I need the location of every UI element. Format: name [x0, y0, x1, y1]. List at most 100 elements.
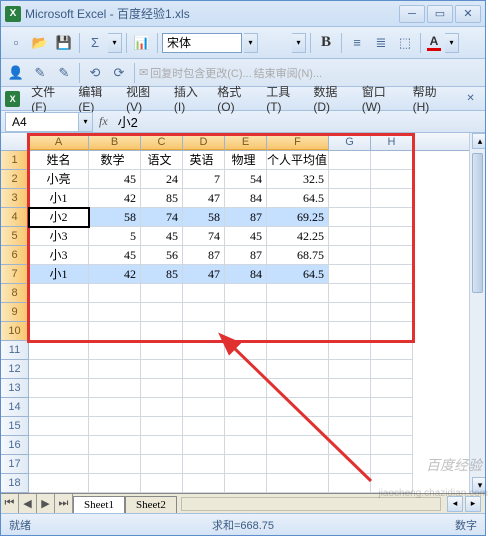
cell-H13[interactable] — [371, 379, 413, 398]
cell-G16[interactable] — [329, 436, 371, 455]
cell-H14[interactable] — [371, 398, 413, 417]
bold-button[interactable]: B — [315, 32, 337, 54]
align-center-icon[interactable]: ≣ — [370, 32, 392, 54]
cell-G9[interactable] — [329, 303, 371, 322]
sum-dropdown[interactable]: ▾ — [108, 33, 122, 53]
new-doc-icon[interactable]: ▫ — [5, 32, 27, 54]
col-header-A[interactable]: A — [29, 133, 89, 150]
cell-A13[interactable] — [29, 379, 89, 398]
cell-H5[interactable] — [371, 227, 413, 246]
cell-C2[interactable]: 24 — [141, 170, 183, 189]
tab-nav-last[interactable]: ⏭ — [55, 494, 73, 513]
align-left-icon[interactable]: ≡ — [346, 32, 368, 54]
formula-input[interactable]: 小2 — [114, 112, 485, 131]
cell-E6[interactable]: 87 — [225, 246, 267, 265]
cell-B5[interactable]: 5 — [89, 227, 141, 246]
cell-E12[interactable] — [225, 360, 267, 379]
cell-E8[interactable] — [225, 284, 267, 303]
cell-C17[interactable] — [141, 455, 183, 474]
save-icon[interactable]: 💾 — [53, 32, 75, 54]
cell-F11[interactable] — [267, 341, 329, 360]
cell-G10[interactable] — [329, 322, 371, 341]
cell-H18[interactable] — [371, 474, 413, 493]
cell-H11[interactable] — [371, 341, 413, 360]
cell-H1[interactable] — [371, 151, 413, 170]
cell-C10[interactable] — [141, 322, 183, 341]
cell-D11[interactable] — [183, 341, 225, 360]
cell-A7[interactable]: 小1 — [29, 265, 89, 284]
chart-icon[interactable]: 📊 — [131, 32, 153, 54]
cell-D16[interactable] — [183, 436, 225, 455]
cell-D17[interactable] — [183, 455, 225, 474]
scroll-down-icon[interactable]: ▾ — [472, 477, 485, 493]
row-header-14[interactable]: 14 — [1, 398, 29, 417]
cell-B17[interactable] — [89, 455, 141, 474]
cell-F2[interactable]: 32.5 — [267, 170, 329, 189]
cell-B6[interactable]: 45 — [89, 246, 141, 265]
cell-G13[interactable] — [329, 379, 371, 398]
cell-C16[interactable] — [141, 436, 183, 455]
cell-H2[interactable] — [371, 170, 413, 189]
cell-G1[interactable] — [329, 151, 371, 170]
cell-E15[interactable] — [225, 417, 267, 436]
cell-D7[interactable]: 47 — [183, 265, 225, 284]
fx-icon[interactable]: fx — [93, 114, 114, 129]
cell-A12[interactable] — [29, 360, 89, 379]
cell-A10[interactable] — [29, 322, 89, 341]
cell-E11[interactable] — [225, 341, 267, 360]
cell-B7[interactable]: 42 — [89, 265, 141, 284]
cell-H15[interactable] — [371, 417, 413, 436]
cell-G2[interactable] — [329, 170, 371, 189]
cell-C3[interactable]: 85 — [141, 189, 183, 208]
col-header-H[interactable]: H — [371, 133, 413, 150]
cell-C18[interactable] — [141, 474, 183, 493]
cell-B11[interactable] — [89, 341, 141, 360]
cell-D5[interactable]: 74 — [183, 227, 225, 246]
vertical-scrollbar[interactable]: ▴ ▾ — [469, 133, 485, 493]
cell-D8[interactable] — [183, 284, 225, 303]
menu-d[interactable]: 数据(D) — [308, 81, 356, 116]
name-box-dropdown[interactable]: ▾ — [79, 112, 93, 132]
end-review-button[interactable]: 结束审阅(N)... — [254, 65, 322, 81]
cell-B8[interactable] — [89, 284, 141, 303]
row-header-13[interactable]: 13 — [1, 379, 29, 398]
select-all-corner[interactable] — [1, 133, 29, 150]
row-header-15[interactable]: 15 — [1, 417, 29, 436]
cell-B15[interactable] — [89, 417, 141, 436]
cell-F9[interactable] — [267, 303, 329, 322]
cell-D10[interactable] — [183, 322, 225, 341]
cell-D12[interactable] — [183, 360, 225, 379]
cell-G15[interactable] — [329, 417, 371, 436]
cell-F12[interactable] — [267, 360, 329, 379]
cell-E10[interactable] — [225, 322, 267, 341]
cell-C15[interactable] — [141, 417, 183, 436]
cell-E13[interactable] — [225, 379, 267, 398]
cell-F6[interactable]: 68.75 — [267, 246, 329, 265]
row-header-11[interactable]: 11 — [1, 341, 29, 360]
cell-A15[interactable] — [29, 417, 89, 436]
cell-E4[interactable]: 87 — [225, 208, 267, 227]
cell-H4[interactable] — [371, 208, 413, 227]
minimize-button[interactable]: ─ — [399, 5, 425, 23]
cell-A3[interactable]: 小1 — [29, 189, 89, 208]
sheet-tab-sheet2[interactable]: Sheet2 — [125, 496, 177, 513]
cell-F14[interactable] — [267, 398, 329, 417]
cell-E3[interactable]: 84 — [225, 189, 267, 208]
cell-D4[interactable]: 58 — [183, 208, 225, 227]
cell-E1[interactable]: 物理 — [225, 151, 267, 170]
cell-B2[interactable]: 45 — [89, 170, 141, 189]
cell-F16[interactable] — [267, 436, 329, 455]
cell-H16[interactable] — [371, 436, 413, 455]
cell-A1[interactable]: 姓名 — [29, 151, 89, 170]
sheet-tab-sheet1[interactable]: Sheet1 — [73, 496, 125, 513]
cell-D6[interactable]: 87 — [183, 246, 225, 265]
row-header-10[interactable]: 10 — [1, 322, 29, 341]
font-name-box[interactable]: 宋体 — [162, 33, 242, 53]
hscroll-right-icon[interactable]: ▸ — [465, 496, 481, 512]
cell-F4[interactable]: 69.25 — [267, 208, 329, 227]
cell-H7[interactable] — [371, 265, 413, 284]
track-changes-button[interactable]: ✉回复时包含更改(C)... — [139, 65, 252, 81]
cell-E14[interactable] — [225, 398, 267, 417]
cell-E7[interactable]: 84 — [225, 265, 267, 284]
row-header-18[interactable]: 18 — [1, 474, 29, 493]
